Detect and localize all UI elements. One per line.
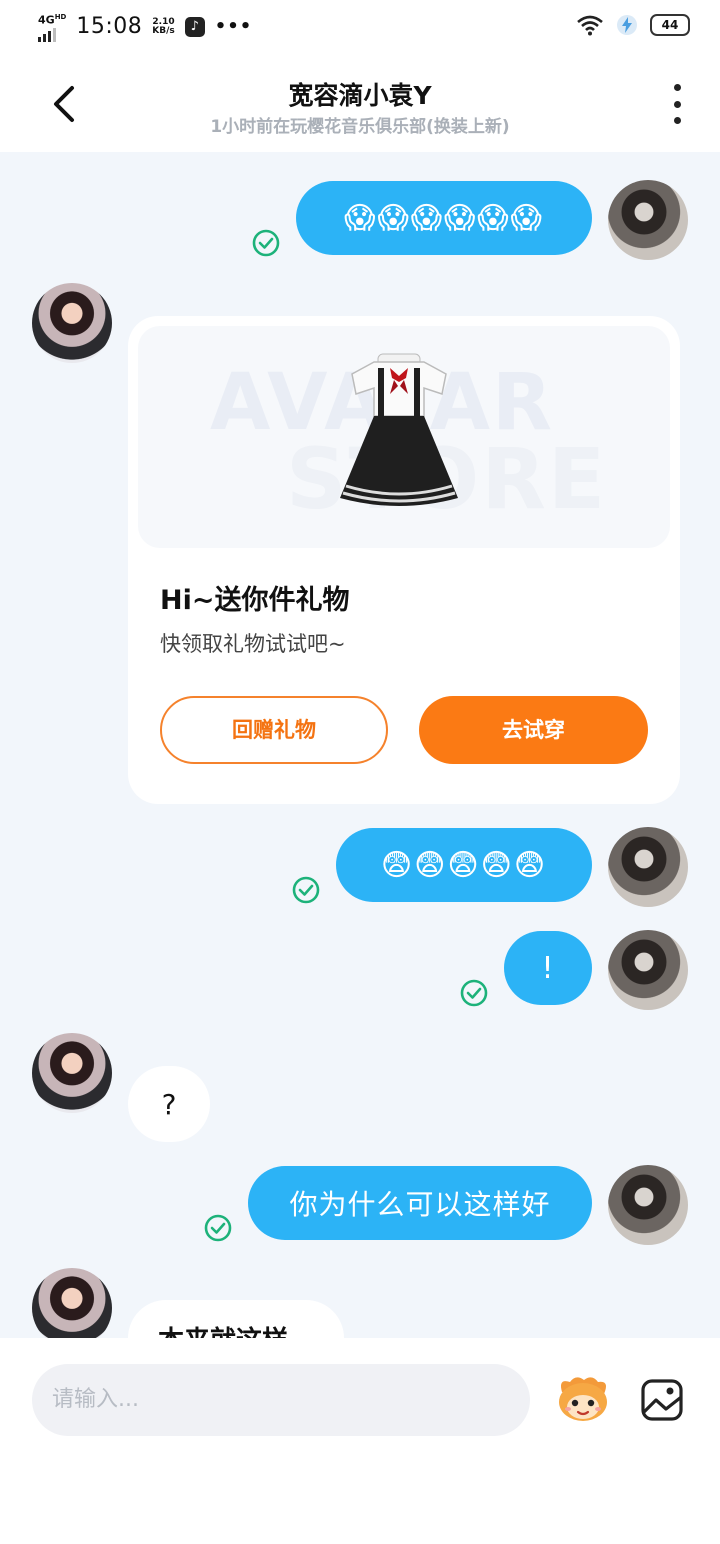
music-app-icon: ♪	[184, 16, 205, 37]
gift-image: AVATAR STORE	[138, 326, 670, 548]
read-check-icon	[252, 229, 280, 257]
message-bubble-mine[interactable]: 😨😨😨😨😨	[336, 828, 592, 902]
chat-header: 宽容滴小袁Y 1小时前在玩樱花音乐俱乐部(换装上新)	[0, 58, 720, 152]
contact-avatar[interactable]	[32, 283, 112, 363]
try-on-button[interactable]: 去试穿	[419, 696, 648, 764]
message-text: 😱😱😱😱😱😱	[344, 200, 544, 236]
signal-bars-icon	[38, 27, 66, 42]
message-bubble-mine[interactable]: !	[504, 931, 592, 1005]
message-bubble-contact[interactable]: ?	[128, 1066, 210, 1142]
my-avatar[interactable]	[608, 930, 688, 1010]
message-text: !	[541, 950, 555, 986]
message-bubble-mine[interactable]: 你为什么可以这样好	[248, 1166, 592, 1240]
message-composer: 请输入...	[0, 1338, 720, 1544]
my-avatar[interactable]	[608, 1165, 688, 1245]
my-avatar[interactable]	[608, 180, 688, 260]
network-speed: 2.10 KB/s	[152, 17, 175, 36]
wifi-icon	[577, 15, 603, 36]
school-uniform-dress-image	[340, 353, 458, 506]
gift-card-subtitle: 快领取礼物试试吧~	[160, 632, 346, 656]
gift-card[interactable]: AVATAR STORE Hi~送你件礼物 快领取礼物试试吧~ 回赠礼物 去试穿	[128, 316, 680, 804]
clock: 15:08	[76, 14, 143, 40]
message-input[interactable]: 请输入...	[32, 1364, 530, 1436]
signal-indicator: 4GHD	[38, 12, 66, 42]
contact-avatar[interactable]	[32, 1033, 112, 1113]
sticker-mascot-icon[interactable]	[554, 1374, 612, 1424]
network-hd: HD	[54, 13, 67, 21]
status-bar: 4GHD 15:08 2.10 KB/s ♪ ••• 44	[0, 0, 720, 58]
return-gift-button[interactable]: 回赠礼物	[160, 696, 388, 764]
battery-icon: 44	[650, 14, 690, 36]
contact-avatar[interactable]	[32, 1268, 112, 1348]
read-check-icon	[292, 876, 320, 904]
message-text: 你为什么可以这样好	[289, 1188, 551, 1221]
message-bubble-mine[interactable]: 😱😱😱😱😱😱	[296, 181, 592, 255]
network-type: 4G	[38, 13, 55, 27]
speed-unit: KB/s	[152, 25, 175, 36]
contact-name: 宽容滴小袁Y	[288, 81, 432, 110]
charging-bolt-icon	[617, 15, 637, 35]
more-options-icon[interactable]	[672, 84, 682, 124]
image-picker-icon[interactable]	[640, 1378, 684, 1422]
read-check-icon	[204, 1214, 232, 1242]
message-text: 😨😨😨😨😨	[380, 847, 548, 883]
gift-card-title: Hi~送你件礼物	[160, 585, 350, 616]
more-notifications-icon: •••	[214, 16, 253, 38]
my-avatar[interactable]	[608, 827, 688, 907]
contact-activity-status: 1小时前在玩樱花音乐俱乐部(换装上新)	[210, 117, 510, 137]
message-text: ?	[161, 1087, 177, 1121]
battery-level: 44	[661, 18, 679, 32]
read-check-icon	[460, 979, 488, 1007]
